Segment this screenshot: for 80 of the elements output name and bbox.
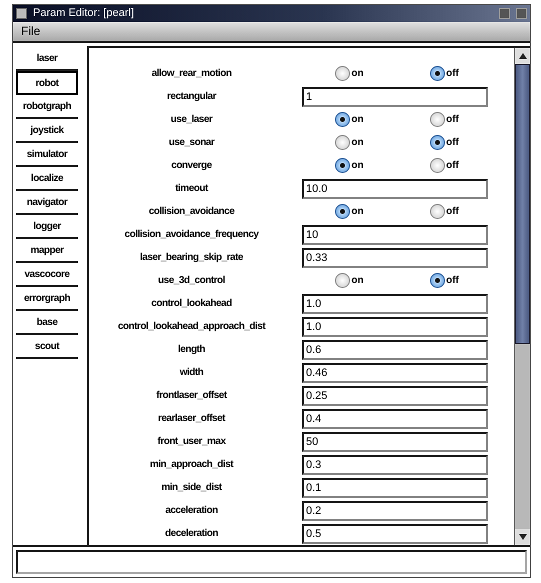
param-label: rectangular [166, 90, 218, 104]
value-field[interactable]: 1 [302, 86, 488, 107]
value-field[interactable]: 50 [302, 432, 488, 452]
radio-button[interactable] [335, 112, 350, 128]
value-field[interactable]: 0.1 [302, 478, 488, 498]
param-label: use_laser [170, 113, 214, 128]
param-label: use_sonar [168, 136, 216, 150]
window-menu-icon[interactable] [16, 8, 27, 19]
value-field[interactable]: 0.6 [302, 340, 488, 360]
tab[interactable]: vascocore [16, 263, 78, 288]
value-field[interactable]: 0.4 [302, 408, 488, 429]
value-field[interactable]: 1.0 [302, 294, 488, 314]
radio-label: off [446, 113, 459, 128]
radio-button[interactable] [430, 273, 446, 288]
scroll-down-icon[interactable] [515, 529, 530, 546]
radio-label: off [446, 205, 459, 220]
param-label: frontlaser_offset [155, 389, 228, 404]
value-field[interactable]: 0.2 [302, 500, 488, 521]
radio-button[interactable] [430, 135, 446, 150]
radio-label: on [351, 67, 364, 82]
param-label: min_side_dist [160, 481, 223, 496]
param-label: collision_avoidance_frequency [124, 228, 260, 242]
radio-button[interactable] [430, 112, 446, 128]
param-label: timeout [174, 182, 210, 196]
tab[interactable]: errorgraph [16, 287, 78, 312]
tab[interactable]: robotgraph [16, 95, 78, 120]
radio-button[interactable] [430, 158, 446, 174]
tab[interactable]: simulator [16, 143, 78, 168]
radio-label: off [446, 159, 459, 174]
radio-button[interactable] [335, 66, 350, 82]
tab[interactable]: mapper [16, 239, 78, 264]
window-title: Param Editor: [pearl] [33, 6, 134, 21]
radio-button[interactable] [335, 158, 350, 174]
value-field[interactable]: 0.3 [302, 454, 488, 475]
value-field[interactable]: 0.25 [302, 386, 488, 406]
value-field[interactable]: 0.5 [302, 524, 488, 544]
tab[interactable]: logger [16, 215, 78, 240]
radio-label: on [351, 274, 364, 288]
menu-item[interactable]: File [21, 22, 40, 40]
param-label: acceleration [164, 504, 219, 518]
param-label: min_approach_dist [148, 458, 234, 472]
value-field[interactable]: 0.46 [302, 362, 488, 383]
radio-button[interactable] [335, 204, 350, 220]
tab[interactable]: base [16, 311, 78, 336]
radio-button[interactable] [335, 273, 350, 288]
radio-button[interactable] [430, 66, 446, 82]
param-label: allow_rear_motion [150, 67, 232, 82]
value-field[interactable]: 0.33 [302, 248, 488, 268]
tab[interactable]: localize [16, 167, 78, 192]
tab[interactable]: joystick [16, 119, 78, 144]
param-label: collision_avoidance [148, 205, 236, 220]
radio-label: on [351, 113, 364, 128]
tab[interactable]: navigator [16, 191, 78, 216]
scroll-up-icon[interactable] [515, 48, 530, 64]
value-field[interactable]: 10.0 [302, 178, 488, 199]
value-field[interactable]: 1.0 [302, 316, 488, 337]
tab[interactable]: robot [16, 71, 78, 96]
status-field[interactable] [16, 550, 527, 574]
scrollbar[interactable] [514, 48, 530, 546]
param-label: front_user_max [156, 435, 227, 450]
param-label: deceleration [164, 527, 219, 542]
param-label: use_3d_control [157, 274, 226, 288]
radio-label: off [446, 67, 459, 82]
param-label: control_lookahead [150, 297, 233, 312]
param-label: laser_bearing_skip_rate [138, 251, 244, 266]
radio-button[interactable] [335, 135, 350, 150]
param-label: width [178, 366, 204, 380]
radio-label: on [351, 159, 364, 174]
radio-button[interactable] [430, 204, 446, 220]
param-label: converge [170, 159, 213, 174]
scroll-thumb[interactable] [515, 64, 530, 344]
radio-label: off [446, 274, 459, 288]
value-field[interactable]: 10 [302, 224, 488, 245]
radio-label: on [351, 205, 364, 220]
param-label: rearlaser_offset [156, 412, 226, 426]
tab[interactable]: scout [16, 335, 78, 360]
param-label: length [177, 343, 206, 358]
radio-label: on [351, 136, 364, 150]
param-label: control_lookahead_approach_dist [116, 320, 266, 334]
radio-label: off [446, 136, 459, 150]
